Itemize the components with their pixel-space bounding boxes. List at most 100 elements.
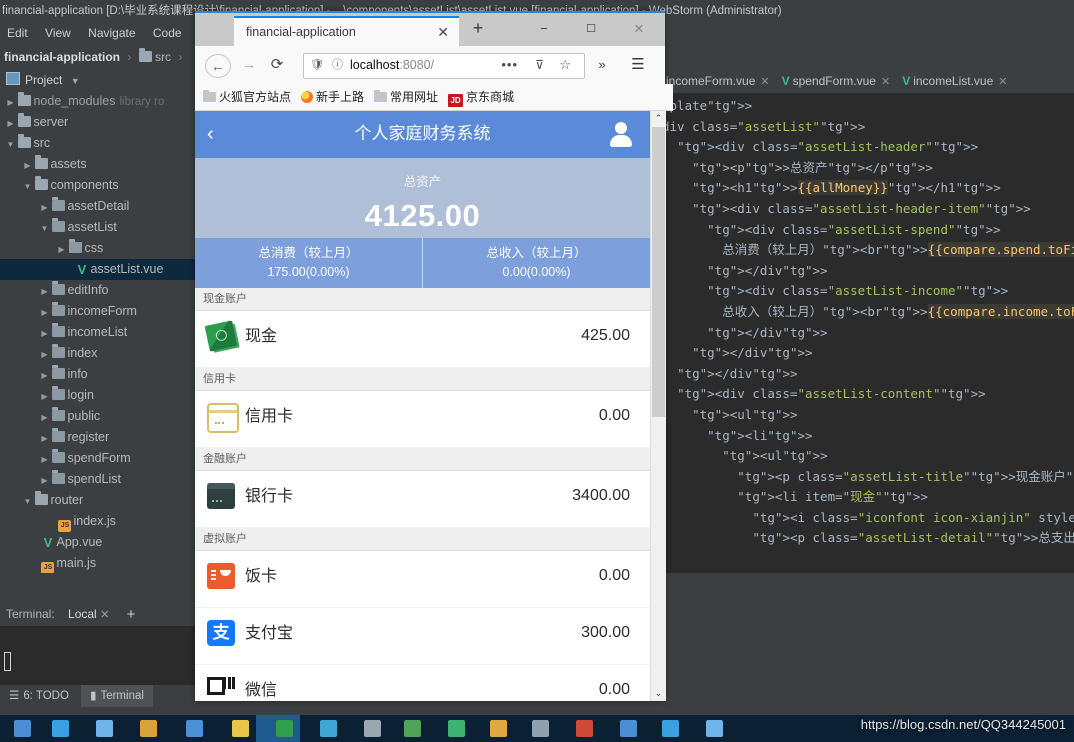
- account-row[interactable]: 信用卡 0.00: [195, 391, 650, 448]
- terminal-tab-local[interactable]: Local ✕: [58, 603, 115, 627]
- taskbar-icon[interactable]: [404, 720, 421, 737]
- taskbar-icon[interactable]: [14, 720, 31, 737]
- url-bar[interactable]: 🛡 ⓘ localhost:8080/ ••• ⊽ ☆: [303, 53, 585, 79]
- taskbar-icon[interactable]: [706, 720, 723, 737]
- taskbar-icon[interactable]: [364, 720, 381, 737]
- disclosure-arrow[interactable]: ▶: [40, 470, 49, 491]
- tree-item-register[interactable]: ▶ register: [0, 427, 195, 448]
- editor-tab-incomeForm-vue[interactable]: incomeForm.vue ✕: [660, 69, 776, 93]
- disclosure-arrow[interactable]: ▶: [6, 92, 15, 113]
- window-minimize-button[interactable]: −: [528, 17, 560, 41]
- tree-item-node_modules[interactable]: ▶ node_modules library ro: [0, 91, 195, 112]
- disclosure-arrow[interactable]: ▶: [40, 428, 49, 449]
- menu-item-navigate[interactable]: Navigate: [81, 22, 142, 45]
- bookmark-firefox[interactable]: 新手上路: [301, 84, 364, 110]
- close-icon[interactable]: ✕: [437, 18, 449, 46]
- taskbar-icon[interactable]: [186, 720, 203, 737]
- window-close-button[interactable]: ✕: [623, 17, 655, 41]
- tree-item-info[interactable]: ▶ info: [0, 364, 195, 385]
- taskbar-icon[interactable]: [532, 720, 549, 737]
- close-icon[interactable]: ✕: [100, 609, 109, 621]
- disclosure-arrow[interactable]: ▶: [40, 281, 49, 302]
- account-row[interactable]: 支支付宝 300.00: [195, 608, 650, 665]
- account-row[interactable]: 银行卡 3400.00: [195, 471, 650, 528]
- account-row[interactable]: 饭卡 0.00: [195, 551, 650, 608]
- tree-item-incomeList[interactable]: ▶ incomeList: [0, 322, 195, 343]
- tree-item-server[interactable]: ▶ server: [0, 112, 195, 133]
- close-icon[interactable]: ✕: [993, 76, 1007, 88]
- tree-item-index-js[interactable]: JS index.js: [0, 511, 195, 532]
- bookmark-star-icon[interactable]: ☆: [559, 54, 571, 76]
- taskbar-icon[interactable]: [490, 720, 507, 737]
- tree-item-assetList-vue[interactable]: VassetList.vue: [0, 259, 195, 280]
- disclosure-arrow[interactable]: ▶: [40, 302, 49, 323]
- breadcrumb-item-src[interactable]: src: [155, 50, 171, 64]
- bookmark-folder[interactable]: 常用网址: [374, 84, 438, 110]
- tree-item-css[interactable]: ▶ css: [0, 238, 195, 259]
- taskbar-icon[interactable]: [232, 720, 249, 737]
- close-icon[interactable]: ✕: [755, 76, 769, 88]
- taskbar-icon[interactable]: [448, 720, 465, 737]
- disclosure-arrow[interactable]: ▼: [23, 176, 32, 197]
- shield-icon[interactable]: 🛡: [310, 54, 324, 76]
- tree-item-main-js[interactable]: JS main.js: [0, 553, 195, 574]
- disclosure-arrow[interactable]: ▶: [40, 365, 49, 386]
- disclosure-arrow[interactable]: ▶: [40, 386, 49, 407]
- tree-item-router[interactable]: ▼ router: [0, 490, 195, 511]
- tree-item-assetList[interactable]: ▼ assetList: [0, 217, 195, 238]
- disclosure-arrow[interactable]: ▶: [40, 407, 49, 428]
- tree-item-assetDetail[interactable]: ▶ assetDetail: [0, 196, 195, 217]
- taskbar-icon[interactable]: [620, 720, 637, 737]
- add-terminal-button[interactable]: +: [119, 603, 144, 626]
- reload-button[interactable]: ⟳: [267, 54, 287, 76]
- back-button[interactable]: ←: [205, 54, 231, 78]
- terminal-output[interactable]: [0, 626, 195, 685]
- disclosure-arrow[interactable]: ▶: [40, 197, 49, 218]
- tree-item-App-vue[interactable]: V App.vue: [0, 532, 195, 553]
- breadcrumb-root[interactable]: financial-application: [4, 50, 120, 64]
- scrollbar-thumb[interactable]: [652, 127, 665, 417]
- account-row[interactable]: 现金 425.00: [195, 311, 650, 368]
- close-icon[interactable]: ✕: [876, 76, 890, 88]
- code-editor[interactable]: incomeForm.vue ✕ VspendForm.vue ✕ VincomeLis…: [660, 69, 1074, 603]
- page-actions-icon[interactable]: •••: [501, 54, 518, 76]
- browser-navigation-bar[interactable]: ← → ⟳ 🛡 ⓘ localhost:8080/ ••• ⊽ ☆ » ☰: [195, 46, 665, 84]
- disclosure-arrow[interactable]: ▼: [23, 491, 32, 512]
- taskbar-icon[interactable]: [52, 720, 69, 737]
- terminal-tab-bar[interactable]: Terminal: Local ✕ +: [0, 603, 195, 626]
- account-row[interactable]: 微信 0.00: [195, 665, 650, 701]
- menu-item-code[interactable]: Code: [146, 22, 189, 45]
- scroll-up-icon[interactable]: ⌃: [651, 111, 666, 126]
- pocket-icon[interactable]: ⊽: [535, 54, 544, 76]
- editor-tab-spendForm-vue[interactable]: VspendForm.vue ✕: [776, 69, 897, 93]
- disclosure-arrow[interactable]: ▶: [57, 239, 66, 260]
- taskbar-icon[interactable]: [320, 720, 337, 737]
- disclosure-arrow[interactable]: ▶: [40, 323, 49, 344]
- tree-item-index[interactable]: ▶ index: [0, 343, 195, 364]
- menu-item-edit[interactable]: Edit: [0, 22, 35, 45]
- disclosure-arrow[interactable]: ▼: [40, 218, 49, 239]
- disclosure-arrow[interactable]: ▶: [23, 155, 32, 176]
- avatar[interactable]: [610, 122, 632, 147]
- bookmarks-bar[interactable]: 火狐官方站点 新手上路 常用网址 JD 京东商城: [195, 84, 673, 111]
- disclosure-arrow[interactable]: ▶: [40, 344, 49, 365]
- chevron-down-icon[interactable]: ▼: [66, 76, 80, 86]
- page-scrollbar[interactable]: ⌃ ⌄: [650, 111, 666, 701]
- disclosure-arrow[interactable]: ▶: [40, 449, 49, 470]
- status-terminal[interactable]: ▮ Terminal: [81, 685, 153, 707]
- menu-item-view[interactable]: View: [38, 22, 78, 45]
- tree-item-spendForm[interactable]: ▶ spendForm: [0, 448, 195, 469]
- tree-item-spendList[interactable]: ▶ spendList: [0, 469, 195, 490]
- tree-item-public[interactable]: ▶ public: [0, 406, 195, 427]
- tree-item-login[interactable]: ▶ login: [0, 385, 195, 406]
- disclosure-arrow[interactable]: ▼: [6, 134, 15, 155]
- taskbar-icon[interactable]: [576, 720, 593, 737]
- browser-tab[interactable]: financial-application ✕: [234, 16, 459, 48]
- browser-tab-strip[interactable]: financial-application ✕ + − ☐ ✕: [195, 13, 665, 48]
- tree-item-src[interactable]: ▼ src: [0, 133, 195, 154]
- overflow-button[interactable]: »: [592, 54, 612, 76]
- status-todo[interactable]: ☰ 6: TODO: [0, 685, 78, 707]
- hamburger-menu-icon[interactable]: ☰: [627, 54, 649, 76]
- forward-button[interactable]: →: [239, 54, 259, 76]
- new-tab-button[interactable]: +: [467, 18, 489, 40]
